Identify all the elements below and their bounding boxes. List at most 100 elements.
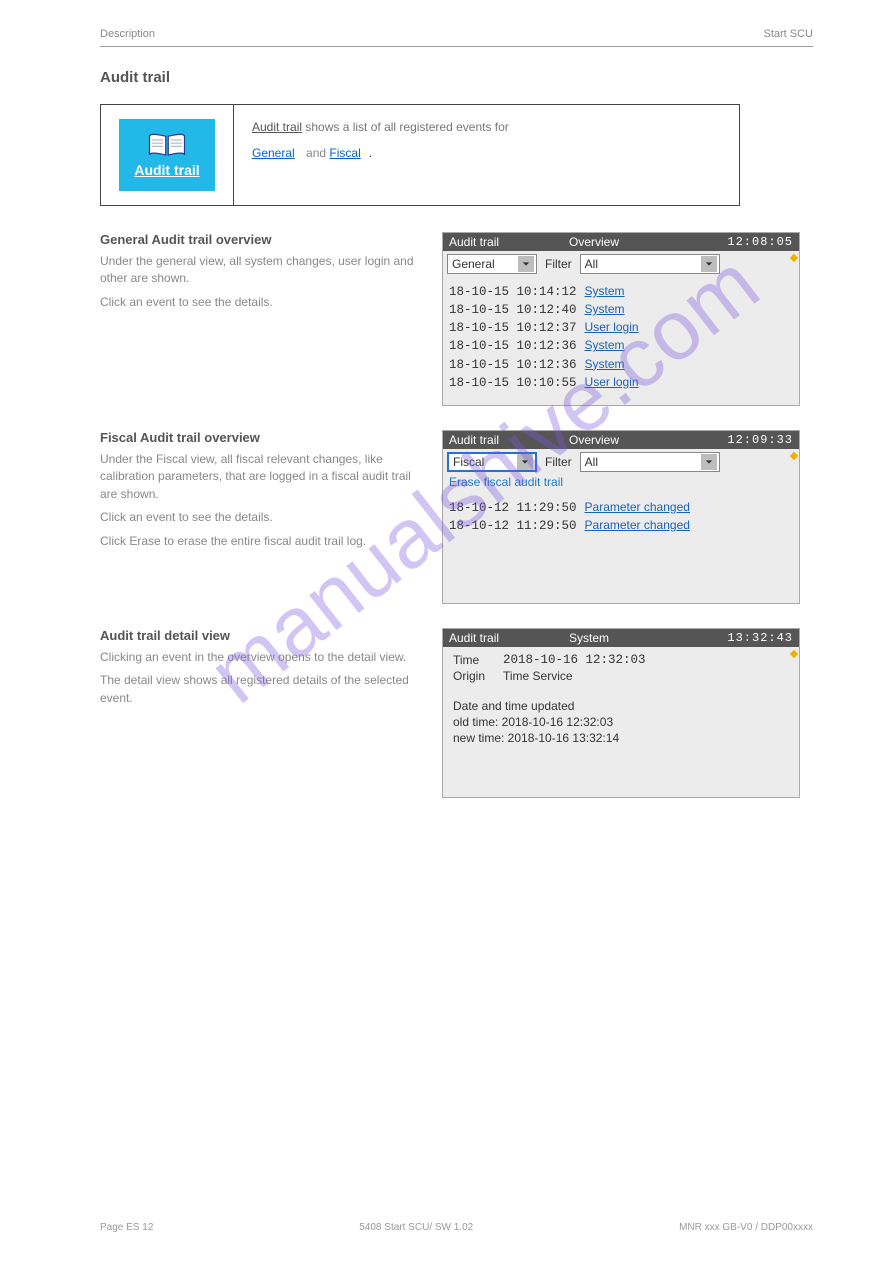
log-row[interactable]: 18-10-15 10:12:36 System bbox=[449, 337, 795, 355]
footer-mid: 5408 Start SCU/ SW 1.02 bbox=[359, 1222, 473, 1233]
fiscal-para-2: Click an event to see the details. bbox=[100, 509, 420, 526]
description-cell: Audit trail shows a list of all register… bbox=[234, 105, 740, 206]
log-row[interactable]: 18-10-12 11:29:50 Parameter changed bbox=[449, 499, 795, 517]
panel-fiscal-titlebar: Audit trail Overview 12:09:33 bbox=[443, 431, 799, 449]
row-fiscal-text: Fiscal Audit trail overview Under the Fi… bbox=[100, 430, 420, 556]
detail-origin-value: Time Service bbox=[503, 669, 573, 683]
detail-para-2: The detail view shows all registered det… bbox=[100, 672, 420, 707]
link-general[interactable]: General bbox=[252, 146, 295, 160]
log-datetime: 18-10-12 11:29:50 bbox=[449, 499, 577, 517]
detail-heading: Audit trail detail view bbox=[100, 628, 420, 643]
chevron-down-icon bbox=[518, 256, 534, 272]
titlebar-clock: 12:08:05 bbox=[727, 235, 793, 249]
titlebar-mid: System bbox=[569, 631, 727, 645]
log-datetime: 18-10-15 10:14:12 bbox=[449, 283, 577, 301]
titlebar-clock: 12:09:33 bbox=[727, 433, 793, 447]
log-event-link[interactable]: Parameter changed bbox=[585, 517, 690, 534]
detail-origin-row: Origin Time Service bbox=[453, 669, 791, 683]
row-detail: Audit trail detail view Clicking an even… bbox=[100, 628, 813, 798]
panel-general-toolbar: General Filter All bbox=[443, 251, 799, 277]
log-row[interactable]: 18-10-15 10:12:40 System bbox=[449, 301, 795, 319]
filter-label: Filter bbox=[545, 455, 572, 469]
titlebar-mid: Overview bbox=[569, 235, 727, 249]
header-right: Start SCU bbox=[763, 28, 813, 40]
log-list-fiscal: 18-10-12 11:29:50 Parameter changed 18-10… bbox=[443, 493, 799, 603]
row-general: General Audit trail overview Under the g… bbox=[100, 232, 813, 406]
filter-select-value: All bbox=[585, 455, 598, 469]
log-event-link[interactable]: User login bbox=[585, 374, 639, 391]
titlebar-left: Audit trail bbox=[449, 631, 569, 645]
filter-select[interactable]: All bbox=[580, 452, 720, 472]
panel-general: Audit trail Overview 12:08:05 General Fi… bbox=[442, 232, 800, 406]
titlebar-left: Audit trail bbox=[449, 235, 569, 249]
chevron-down-icon bbox=[701, 454, 717, 470]
fiscal-para-3: Click Erase to erase the entire fiscal a… bbox=[100, 533, 420, 550]
filter-label: Filter bbox=[545, 257, 572, 271]
and-text: and bbox=[306, 146, 326, 160]
detail-time-label: Time bbox=[453, 653, 493, 667]
panel-fiscal: Audit trail Overview 12:09:33 Fiscal Fil… bbox=[442, 430, 800, 604]
desc-lead: Audit trail bbox=[252, 120, 302, 134]
detail-time-row: Time 2018-10-16 12:32:03 bbox=[453, 653, 791, 667]
detail-msg-1: Date and time updated bbox=[453, 699, 791, 713]
footer-left: Page ES 12 bbox=[100, 1222, 153, 1233]
panel-fiscal-toolbar: Fiscal Filter All bbox=[443, 449, 799, 475]
log-datetime: 18-10-15 10:12:37 bbox=[449, 319, 577, 337]
view-select[interactable]: General bbox=[447, 254, 537, 274]
link-fiscal[interactable]: Fiscal bbox=[329, 146, 360, 160]
audit-trail-tile-label: Audit trail bbox=[134, 162, 199, 178]
log-datetime: 18-10-15 10:10:55 bbox=[449, 374, 577, 392]
detail-para-1: Clicking an event in the overview opens … bbox=[100, 649, 420, 666]
log-row[interactable]: 18-10-15 10:14:12 System bbox=[449, 283, 795, 301]
page-footer: Page ES 12 5408 Start SCU/ SW 1.02 MNR x… bbox=[100, 1222, 813, 1233]
log-event-link[interactable]: System bbox=[585, 301, 625, 318]
panel-detail-titlebar: Audit trail System 13:32:43 bbox=[443, 629, 799, 647]
section-title: Audit trail bbox=[100, 69, 813, 86]
fiscal-heading: Fiscal Audit trail overview bbox=[100, 430, 420, 445]
log-event-link[interactable]: System bbox=[585, 283, 625, 300]
chevron-down-icon bbox=[701, 256, 717, 272]
erase-fiscal-link[interactable]: Erase fiscal audit trail bbox=[443, 475, 799, 493]
page-header: Description Start SCU bbox=[100, 28, 813, 40]
footer-right: MNR xxx GB-V0 / DDP00xxxx bbox=[679, 1222, 813, 1233]
view-select-value: Fiscal bbox=[453, 455, 484, 469]
detail-msg-3: new time: 2018-10-16 13:32:14 bbox=[453, 731, 791, 745]
log-datetime: 18-10-15 10:12:36 bbox=[449, 337, 577, 355]
filter-select-value: All bbox=[585, 257, 598, 271]
general-para-1: Under the general view, all system chang… bbox=[100, 253, 420, 288]
desc-tail: . bbox=[369, 146, 372, 160]
filter-select[interactable]: All bbox=[580, 254, 720, 274]
titlebar-left: Audit trail bbox=[449, 433, 569, 447]
general-para-2: Click an event to see the details. bbox=[100, 294, 420, 311]
log-event-link[interactable]: System bbox=[585, 337, 625, 354]
detail-msg-2: old time: 2018-10-16 12:32:03 bbox=[453, 715, 791, 729]
detail-body: Time 2018-10-16 12:32:03 Origin Time Ser… bbox=[443, 647, 799, 797]
log-datetime: 18-10-15 10:12:40 bbox=[449, 301, 577, 319]
log-row[interactable]: 18-10-15 10:12:37 User login bbox=[449, 319, 795, 337]
description-text: Audit trail shows a list of all register… bbox=[252, 119, 721, 136]
row-fiscal: Fiscal Audit trail overview Under the Fi… bbox=[100, 430, 813, 604]
icon-description-table: Audit trail Audit trail shows a list of … bbox=[100, 104, 740, 206]
view-select-value: General bbox=[452, 257, 495, 271]
view-select[interactable]: Fiscal bbox=[447, 452, 537, 472]
detail-origin-label: Origin bbox=[453, 669, 493, 683]
panel-detail: Audit trail System 13:32:43 Time 2018-10… bbox=[442, 628, 800, 798]
chevron-down-icon bbox=[517, 454, 533, 470]
header-left: Description bbox=[100, 28, 155, 40]
description-links: General and Fiscal. bbox=[252, 146, 721, 160]
log-event-link[interactable]: Parameter changed bbox=[585, 499, 690, 516]
row-general-text: General Audit trail overview Under the g… bbox=[100, 232, 420, 317]
log-event-link[interactable]: System bbox=[585, 356, 625, 373]
titlebar-mid: Overview bbox=[569, 433, 727, 447]
desc-text: shows a list of all registered events fo… bbox=[302, 120, 509, 134]
log-datetime: 18-10-12 11:29:50 bbox=[449, 517, 577, 535]
fiscal-para-1: Under the Fiscal view, all fiscal releva… bbox=[100, 451, 420, 503]
log-event-link[interactable]: User login bbox=[585, 319, 639, 336]
audit-trail-tile[interactable]: Audit trail bbox=[119, 119, 215, 191]
log-row[interactable]: 18-10-15 10:10:55 User login bbox=[449, 374, 795, 392]
titlebar-clock: 13:32:43 bbox=[727, 631, 793, 645]
panel-general-titlebar: Audit trail Overview 12:08:05 bbox=[443, 233, 799, 251]
log-row[interactable]: 18-10-15 10:12:36System bbox=[449, 356, 795, 374]
log-row[interactable]: 18-10-12 11:29:50 Parameter changed bbox=[449, 517, 795, 535]
icon-cell: Audit trail bbox=[101, 105, 234, 206]
